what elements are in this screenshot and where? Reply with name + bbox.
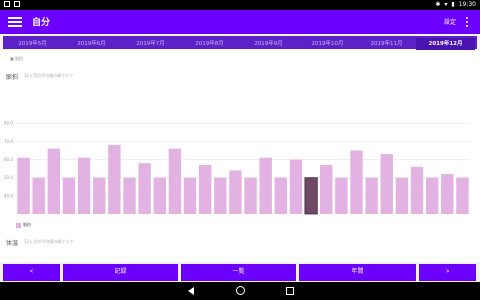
bar[interactable] <box>138 163 151 214</box>
legend-label: 脈拍 <box>23 222 31 227</box>
bar[interactable] <box>108 145 121 214</box>
menu-icon[interactable] <box>8 15 22 29</box>
pulse-bar-chart: 40.0 50.0 60.0 70.0 80.0 <box>4 121 470 215</box>
month-tab-bar: 2019年5月 2019年6月 2019年7月 2019年8月 2019年9月 … <box>3 36 477 51</box>
settings-button[interactable]: 設定 <box>444 17 456 26</box>
section-title-pulse: 脈拍 <box>6 74 19 81</box>
y-tick-label: 50.0 <box>4 175 13 180</box>
recent-apps-icon[interactable] <box>286 287 294 295</box>
bar[interactable] <box>395 177 409 214</box>
bar[interactable] <box>153 177 166 214</box>
bar[interactable] <box>123 177 136 214</box>
top-legend: ■ 脈拍 <box>10 56 24 61</box>
bar[interactable] <box>320 164 333 214</box>
bar[interactable] <box>244 177 257 214</box>
bar-selected[interactable] <box>304 177 318 215</box>
y-tick-label: 80.0 <box>4 121 13 126</box>
bottom-nav: < 記録 一覧 年間 > <box>0 262 480 282</box>
bar[interactable] <box>77 157 91 214</box>
battery-icon: ▮ <box>451 1 455 8</box>
record-button[interactable]: 記録 <box>63 264 178 281</box>
bar[interactable] <box>456 177 469 214</box>
y-tick-label: 70.0 <box>4 139 13 144</box>
bar[interactable] <box>214 177 227 214</box>
bar[interactable] <box>62 177 76 214</box>
system-nav-bar <box>0 282 480 300</box>
app-title: 自分 <box>32 18 51 28</box>
annual-button[interactable]: 年間 <box>299 264 416 281</box>
status-icons-left <box>4 1 20 7</box>
bar[interactable] <box>198 164 212 214</box>
status-bar: ✱ ▾ ▮ 19:30 <box>0 0 480 10</box>
bar[interactable] <box>183 177 197 214</box>
bluetooth-icon: ✱ <box>435 1 441 8</box>
more-options-icon[interactable] <box>464 15 470 29</box>
wifi-icon: ▾ <box>444 1 448 8</box>
bar[interactable] <box>168 148 182 214</box>
section-subtitle-pulse: 12ヶ月の平均値の棒グラフ <box>24 73 74 78</box>
download-icon <box>14 1 20 7</box>
app-bar: 自分 設定 <box>0 10 480 34</box>
bar[interactable] <box>365 177 378 214</box>
legend-swatch <box>16 222 21 228</box>
bar[interactable] <box>350 150 363 214</box>
content-area: ■ 脈拍 脈拍 12ヶ月の平均値の棒グラフ 40.0 50.0 60.0 70.0 80… <box>0 50 480 262</box>
bar[interactable] <box>380 154 393 214</box>
chart-legend: 脈拍 <box>16 222 31 228</box>
bar[interactable] <box>259 157 272 214</box>
bar[interactable] <box>229 170 242 214</box>
back-icon[interactable] <box>188 287 194 295</box>
section-subtitle-temperature: 12ヶ月の平均値の棒グラフ <box>24 239 74 244</box>
bar[interactable] <box>410 166 424 214</box>
next-month-button[interactable]: > <box>419 264 476 281</box>
bar[interactable] <box>335 177 348 214</box>
y-tick-label: 60.0 <box>4 157 13 162</box>
list-button[interactable]: 一覧 <box>181 264 296 281</box>
bar[interactable] <box>425 177 439 214</box>
bar[interactable] <box>274 177 288 214</box>
status-icons-right: ✱ ▾ ▮ 19:30 <box>435 1 476 8</box>
prev-month-button[interactable]: < <box>3 264 60 281</box>
notification-icon <box>4 1 10 7</box>
home-icon[interactable] <box>236 286 245 295</box>
status-time: 19:30 <box>458 1 476 8</box>
section-title-temperature: 体温 <box>6 240 19 247</box>
bar[interactable] <box>17 157 30 214</box>
bar[interactable] <box>441 174 454 214</box>
month-tabs: 2019年5月 2019年6月 2019年7月 2019年8月 2019年9月 … <box>0 34 480 51</box>
bar[interactable] <box>32 177 45 214</box>
bar[interactable] <box>47 148 61 214</box>
y-tick-label: 40.0 <box>4 193 13 198</box>
bar[interactable] <box>289 159 303 214</box>
bar[interactable] <box>93 177 106 214</box>
